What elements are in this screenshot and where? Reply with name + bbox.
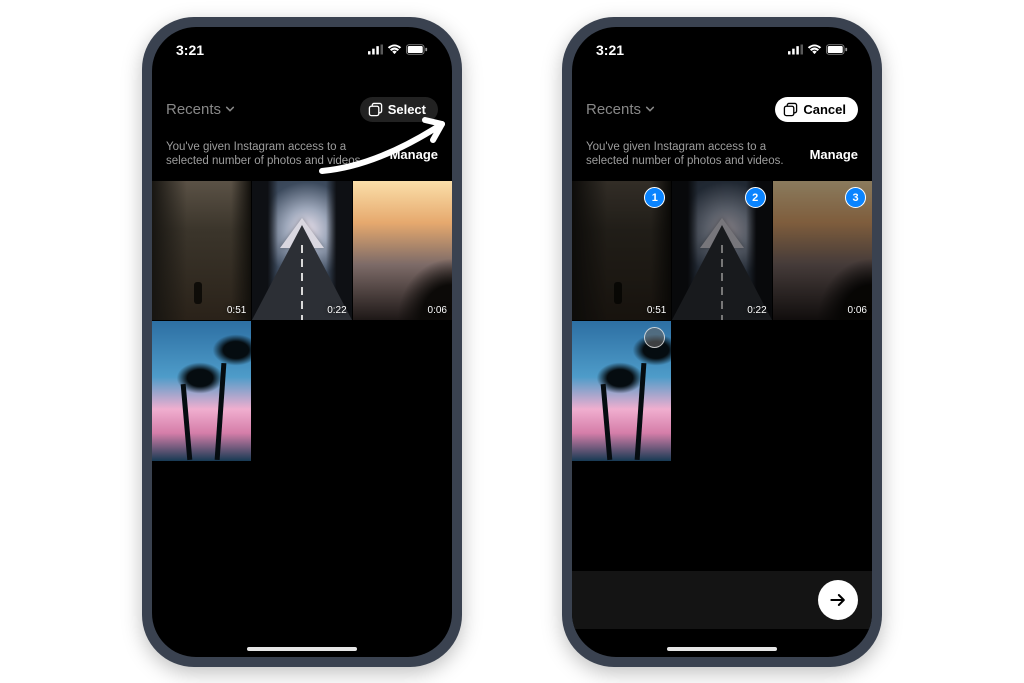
cancel-button[interactable]: Cancel xyxy=(775,97,858,122)
media-thumb[interactable]: 0:06 xyxy=(353,181,452,320)
album-label: Recents xyxy=(166,101,221,118)
status-time: 3:21 xyxy=(176,42,204,58)
media-grid: 0:51 0:22 0:06 xyxy=(152,181,452,460)
media-thumb[interactable]: 2 0:22 xyxy=(672,181,771,320)
status-indicators xyxy=(788,44,848,55)
access-banner: You've given Instagram access to a selec… xyxy=(572,132,872,182)
media-thumb[interactable]: 0:22 xyxy=(252,181,351,320)
picker-header: Recents Cancel xyxy=(572,91,872,132)
access-text: You've given Instagram access to a selec… xyxy=(166,140,380,170)
dynamic-island xyxy=(672,35,772,63)
phone-mockup-left: 3:21 Recents Select You've given Instagr… xyxy=(142,17,462,667)
screen: 3:21 Recents Select You've given Instagr… xyxy=(152,27,452,657)
picker-header: Recents Select xyxy=(152,91,452,132)
next-button[interactable] xyxy=(818,580,858,620)
media-grid: 1 0:51 2 0:22 3 0:06 xyxy=(572,181,872,460)
select-multiple-button[interactable]: Select xyxy=(360,97,438,122)
media-thumb[interactable]: 1 0:51 xyxy=(572,181,671,320)
manage-button[interactable]: Manage xyxy=(390,147,438,162)
album-dropdown[interactable]: Recents xyxy=(586,101,655,118)
multi-select-icon xyxy=(368,102,383,117)
media-thumb[interactable] xyxy=(152,321,251,460)
home-indicator xyxy=(247,647,357,651)
manage-button[interactable]: Manage xyxy=(810,147,858,162)
tray-thumb[interactable] xyxy=(582,579,610,621)
wifi-icon xyxy=(807,44,822,55)
chevron-down-icon xyxy=(225,104,235,114)
cellular-icon xyxy=(368,44,383,55)
selection-badge: 2 xyxy=(745,187,766,208)
battery-icon xyxy=(406,44,428,55)
phone-mockup-right: 3:21 Recents Cancel You've given Instagr… xyxy=(562,17,882,667)
home-indicator xyxy=(667,647,777,651)
duration-label: 0:51 xyxy=(647,305,666,316)
dynamic-island xyxy=(252,35,352,63)
select-label: Select xyxy=(388,102,426,117)
media-thumb[interactable] xyxy=(572,321,671,460)
selection-tray xyxy=(572,571,872,629)
wifi-icon xyxy=(387,44,402,55)
status-indicators xyxy=(368,44,428,55)
media-thumb[interactable]: 0:51 xyxy=(152,181,251,320)
cellular-icon xyxy=(788,44,803,55)
access-text: You've given Instagram access to a selec… xyxy=(586,140,800,170)
screen: 3:21 Recents Cancel You've given Instagr… xyxy=(572,27,872,657)
album-dropdown[interactable]: Recents xyxy=(166,101,235,118)
duration-label: 0:22 xyxy=(327,305,346,316)
duration-label: 0:51 xyxy=(227,305,246,316)
battery-icon xyxy=(826,44,848,55)
duration-label: 0:06 xyxy=(428,305,447,316)
arrow-right-icon xyxy=(828,590,848,610)
multi-select-icon xyxy=(783,102,798,117)
tray-thumb[interactable] xyxy=(646,579,674,621)
media-thumb[interactable]: 3 0:06 xyxy=(773,181,872,320)
cancel-label: Cancel xyxy=(803,102,846,117)
tray-thumb[interactable] xyxy=(614,579,642,621)
chevron-down-icon xyxy=(645,104,655,114)
duration-label: 0:22 xyxy=(747,305,766,316)
tray-thumbs xyxy=(582,579,674,621)
duration-label: 0:06 xyxy=(848,305,867,316)
status-time: 3:21 xyxy=(596,42,624,58)
access-banner: You've given Instagram access to a selec… xyxy=(152,132,452,182)
album-label: Recents xyxy=(586,101,641,118)
